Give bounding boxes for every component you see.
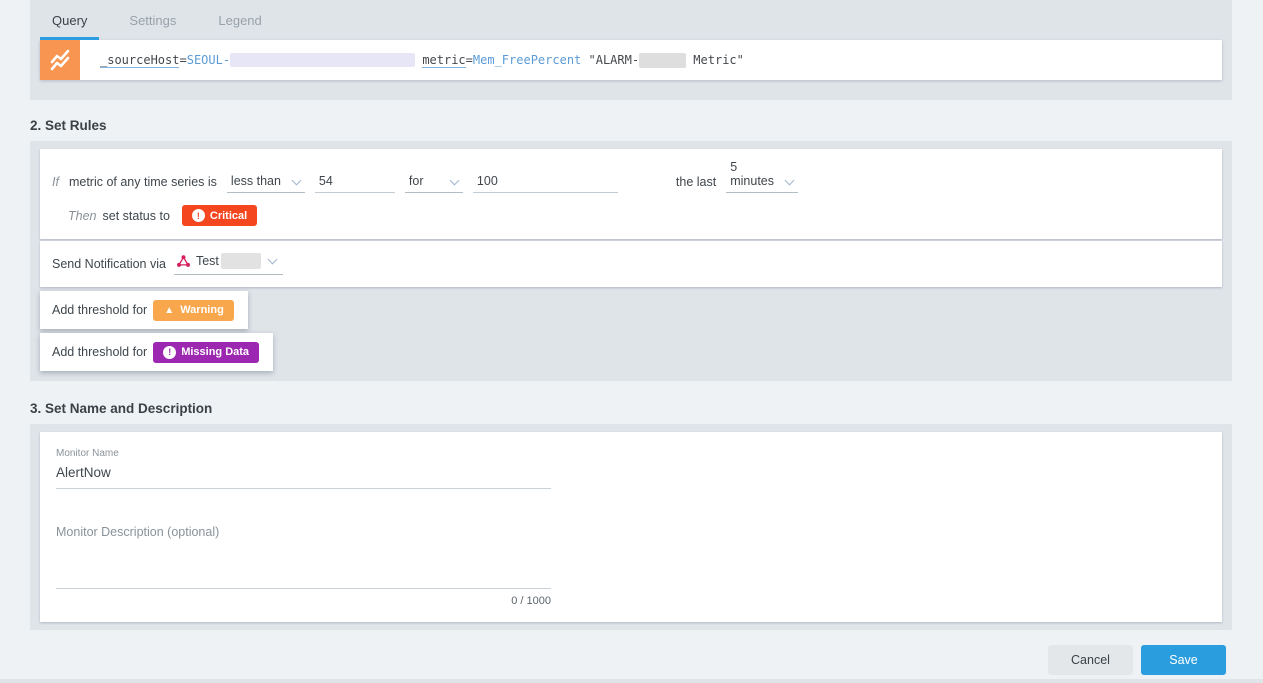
query-equals: = [466,53,473,67]
query-value-metric: Mem_FreePercent [473,53,581,67]
query-input[interactable]: _sourceHost=SEOUL- metric=Mem_FreePercen… [80,40,744,80]
query-row: _sourceHost=SEOUL- metric=Mem_FreePercen… [40,40,1222,80]
redacted-alarm-id [639,53,686,68]
monitor-name-input[interactable] [56,459,551,489]
query-literal-metric: Metric" [686,53,744,67]
name-panel: Monitor Name 0 / 1000 [30,424,1232,630]
missing-data-badge[interactable]: ! Missing Data [153,342,259,363]
redacted-notification-name [221,253,261,269]
redacted-sourcehost-value [230,53,415,67]
footer-actions: Cancel Save [0,645,1263,675]
tab-legend[interactable]: Legend [218,0,261,40]
then-word: Then [68,209,97,223]
query-field-sourcehost: _sourceHost [100,53,179,68]
critical-status-badge[interactable]: ! Critical [182,205,257,226]
set-rules-heading: 2. Set Rules [30,118,1263,133]
chevron-down-icon[interactable] [267,254,277,264]
missing-data-icon: ! [163,346,176,359]
rule-then-row: Then set status to ! Critical [68,205,1210,226]
notification-select[interactable]: Test [174,253,283,275]
notification-card: Send Notification via Test [40,241,1222,287]
warning-badge[interactable]: ▲ Warning [153,300,234,321]
save-button[interactable]: Save [1141,645,1226,675]
name-card: Monitor Name 0 / 1000 [40,432,1222,622]
add-threshold-label: Add threshold for [52,345,147,359]
add-threshold-label: Add threshold for [52,303,147,317]
tab-bar: Query Settings Legend [30,0,1232,40]
query-value-sourcehost: SEOUL- [187,53,230,67]
add-missing-data-threshold-button[interactable]: Add threshold for ! Missing Data [40,333,273,371]
tab-settings[interactable]: Settings [129,0,176,40]
operator-dropdown[interactable]: less than [227,174,305,193]
query-panel: Query Settings Legend _sourceHost=SEOUL-… [30,0,1232,100]
cancel-button[interactable]: Cancel [1048,645,1133,675]
notification-value: Test [196,254,219,268]
rules-panel: If metric of any time series is less tha… [30,141,1232,381]
if-word: If [52,175,59,193]
add-warning-threshold-button[interactable]: Add threshold for ▲ Warning [40,291,248,329]
chevron-down-icon[interactable] [291,176,301,186]
if-condition-text: metric of any time series is [69,175,217,193]
time-window-dropdown[interactable]: 5 minutes [726,160,798,193]
set-name-heading: 3. Set Name and Description [30,401,1263,416]
monitor-name-label: Monitor Name [56,448,1206,459]
tab-query[interactable]: Query [52,0,87,40]
notification-label: Send Notification via [52,257,166,271]
metrics-query-icon [40,40,80,80]
window-prefix-text: the last [676,175,716,193]
monitor-description-input[interactable] [56,525,551,589]
description-char-counter: 0 / 1000 [56,595,551,607]
query-field-metric: metric [422,53,465,68]
query-literal-alarm: "ALARM- [581,53,639,67]
occurrence-value-input[interactable] [473,174,618,193]
warning-icon: ▲ [163,304,175,317]
rule-condition-card: If metric of any time series is less tha… [40,149,1222,239]
threshold-input[interactable] [315,174,395,193]
rule-if-row: If metric of any time series is less tha… [52,163,1210,193]
critical-icon: ! [192,209,205,222]
then-text: set status to [103,209,170,223]
query-equals: = [179,53,186,67]
chevron-down-icon[interactable] [785,176,795,186]
webhook-icon [176,254,191,269]
bottom-edge-strip [0,679,1263,683]
chevron-down-icon[interactable] [449,176,459,186]
occurrence-type-dropdown[interactable]: for [405,174,463,193]
